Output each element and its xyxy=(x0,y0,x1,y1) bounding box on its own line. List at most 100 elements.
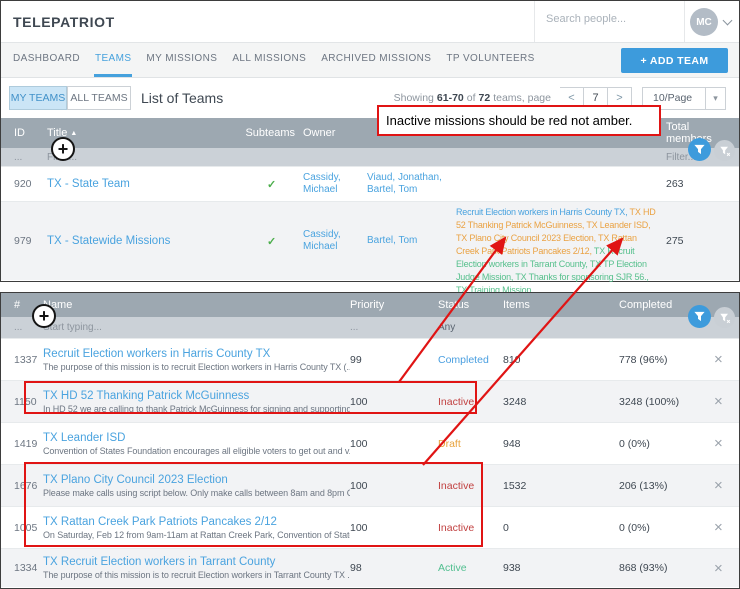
plus-cursor-icon: + xyxy=(51,137,75,161)
mission-title-link[interactable]: TX Plano City Council 2023 Election xyxy=(43,473,350,487)
nav-item-all-missions[interactable]: ALL MISSIONS xyxy=(231,43,307,77)
team-leaders-link[interactable]: Bartel, Tom xyxy=(363,235,451,247)
mission-description: Convention of States Foundation encourag… xyxy=(43,445,350,457)
col-header-status[interactable]: Status xyxy=(438,299,503,311)
team-title-link[interactable]: TX - Statewide Missions xyxy=(47,235,241,247)
app-logo: TELEPATRIOT xyxy=(13,14,115,30)
mission-title-link[interactable]: TX HD 52 Thanking Patrick McGuinness xyxy=(43,389,350,403)
team-missions-list: Recruit Election workers in Harris Count… xyxy=(451,202,661,297)
header-divider xyxy=(684,1,685,42)
search-input[interactable] xyxy=(546,13,671,25)
mission-id: 1337 xyxy=(14,354,43,366)
mission-row-1337[interactable]: 1337 Recruit Election workers in Harris … xyxy=(1,338,739,380)
mission-name-cell: Recruit Election workers in Harris Count… xyxy=(43,347,350,373)
pagination-of-label: of xyxy=(467,92,476,104)
mission-description: On Saturday, Feb 12 from 9am-11am at Rat… xyxy=(43,529,350,541)
mission-priority: 100 xyxy=(350,438,438,450)
nav-item-tp-volunteers[interactable]: TP VOLUNTEERS xyxy=(445,43,535,77)
mission-priority: 100 xyxy=(350,396,438,408)
mission-name-cell: TX Leander ISD Convention of States Foun… xyxy=(43,431,350,457)
page-size-value: 10/Page xyxy=(643,92,705,104)
col-header-owner[interactable]: Owner xyxy=(299,127,363,139)
team-owner-link[interactable]: Cassidy, Michael xyxy=(299,172,363,196)
status-badge: Draft xyxy=(438,438,503,450)
apply-filter-icon[interactable] xyxy=(688,138,711,161)
mission-row-1676[interactable]: 1676 TX Plano City Council 2023 Election… xyxy=(1,464,739,506)
close-icon[interactable]: × xyxy=(706,561,739,576)
caret-down-icon: ▾ xyxy=(705,88,725,109)
mission-title-link[interactable]: TX Leander ISD xyxy=(43,431,350,445)
team-owner-link[interactable]: Cassidy, Michael xyxy=(299,229,363,253)
close-icon[interactable]: × xyxy=(706,478,739,493)
mission-title-link[interactable]: Recruit Election workers in Harris Count… xyxy=(43,347,350,361)
mission-description: The purpose of this mission is to recrui… xyxy=(43,361,350,373)
mission-row-1334[interactable]: 1334 TX Recruit Election workers in Tarr… xyxy=(1,548,739,587)
col-header-id[interactable]: ID xyxy=(14,127,47,139)
mission-items: 0 xyxy=(503,522,619,534)
mission-name-cell: TX Rattan Creek Park Patriots Pancakes 2… xyxy=(43,515,350,541)
missions-filter-row: ... Start typing... ... Any xyxy=(1,317,739,338)
mission-link[interactable]: TX Thanks for sponsoring SJR 56., xyxy=(513,272,648,282)
chevron-down-icon[interactable] xyxy=(723,16,733,26)
nav-item-my-missions[interactable]: MY MISSIONS xyxy=(145,43,218,77)
filter-name[interactable]: Start typing... xyxy=(43,322,350,333)
missions-panel: # Name Priority Status Items Completed .… xyxy=(0,292,740,589)
col-header-priority[interactable]: Priority xyxy=(350,299,438,311)
nav-item-teams[interactable]: TEAMS xyxy=(94,43,132,77)
mission-link[interactable]: Recruit Election workers in Harris Count… xyxy=(456,207,627,217)
subteams-check-icon: ✓ xyxy=(241,235,299,248)
mission-items: 1532 xyxy=(503,480,619,492)
close-icon[interactable]: × xyxy=(706,520,739,535)
avatar[interactable]: MC xyxy=(690,8,718,36)
clear-filter-icon[interactable] xyxy=(714,307,735,328)
status-badge: Inactive xyxy=(438,480,503,492)
pagination-total: 72 xyxy=(479,92,491,104)
team-members-count: 275 xyxy=(661,235,739,247)
mission-id: 1150 xyxy=(14,396,43,408)
mission-items: 938 xyxy=(503,562,619,574)
close-icon[interactable]: × xyxy=(706,436,739,451)
nav-item-archived-missions[interactable]: ARCHIVED MISSIONS xyxy=(320,43,432,77)
clear-filter-icon[interactable] xyxy=(714,140,735,161)
mission-description: Please make calls using script below. On… xyxy=(43,487,350,499)
teams-panel: TELEPATRIOT MC DASHBOARD TEAMS MY MISSIO… xyxy=(0,0,740,282)
mission-row-1150[interactable]: 1150 TX HD 52 Thanking Patrick McGuinnes… xyxy=(1,380,739,422)
mission-title-link[interactable]: TX Rattan Creek Park Patriots Pancakes 2… xyxy=(43,515,350,529)
mission-row-1005[interactable]: 1005 TX Rattan Creek Park Patriots Panca… xyxy=(1,506,739,548)
col-header-name[interactable]: Name xyxy=(43,299,350,311)
filter-id[interactable]: ... xyxy=(14,152,47,163)
filter-status-select[interactable]: Any xyxy=(438,322,503,333)
mission-priority: 98 xyxy=(350,562,438,574)
nav-item-dashboard[interactable]: DASHBOARD xyxy=(12,43,81,77)
col-header-title[interactable]: Title▲ xyxy=(47,127,241,139)
team-row-920[interactable]: 920 TX - State Team ✓ Cassidy, Michael V… xyxy=(1,166,739,201)
mission-priority: 99 xyxy=(350,354,438,366)
mission-link[interactable]: TX Leander ISD, xyxy=(584,220,650,230)
mission-link[interactable]: TX Plano City Council 2023 Election, xyxy=(456,233,596,243)
team-id: 979 xyxy=(14,235,47,247)
team-members-count: 263 xyxy=(661,178,739,190)
team-leaders-link[interactable]: Viaud, Jonathan, Bartel, Tom xyxy=(363,172,451,196)
main-nav: DASHBOARD TEAMS MY MISSIONS ALL MISSIONS… xyxy=(1,43,739,78)
close-icon[interactable]: × xyxy=(706,394,739,409)
col-header-items[interactable]: Items xyxy=(503,299,619,311)
mission-id: 1334 xyxy=(14,562,43,574)
tab-all-teams[interactable]: ALL TEAMS xyxy=(67,86,131,110)
mission-completed: 0 (0%) xyxy=(619,522,706,534)
pagination-summary: Showing 61-70 of 72 teams, page xyxy=(394,92,551,104)
add-team-button[interactable]: + ADD TEAM xyxy=(621,48,728,73)
team-title-link[interactable]: TX - State Team xyxy=(47,178,241,190)
mission-title-link[interactable]: TX Recruit Election workers in Tarrant C… xyxy=(43,555,350,569)
pagination-showing-label: Showing xyxy=(394,92,434,104)
telepatriot-app: TELEPATRIOT MC DASHBOARD TEAMS MY MISSIO… xyxy=(0,0,740,589)
apply-filter-icon[interactable] xyxy=(688,305,711,328)
mission-row-1419[interactable]: 1419 TX Leander ISD Convention of States… xyxy=(1,422,739,464)
filter-title[interactable]: Filter... xyxy=(47,152,241,163)
team-row-979[interactable]: 979 TX - Statewide Missions ✓ Cassidy, M… xyxy=(1,201,739,280)
col-header-subteams[interactable]: Subteams xyxy=(241,127,299,139)
tab-my-teams[interactable]: MY TEAMS xyxy=(9,86,67,110)
mission-id: 1676 xyxy=(14,480,43,492)
filter-priority[interactable]: ... xyxy=(350,322,438,333)
app-header: TELEPATRIOT MC xyxy=(1,1,739,43)
close-icon[interactable]: × xyxy=(706,352,739,367)
